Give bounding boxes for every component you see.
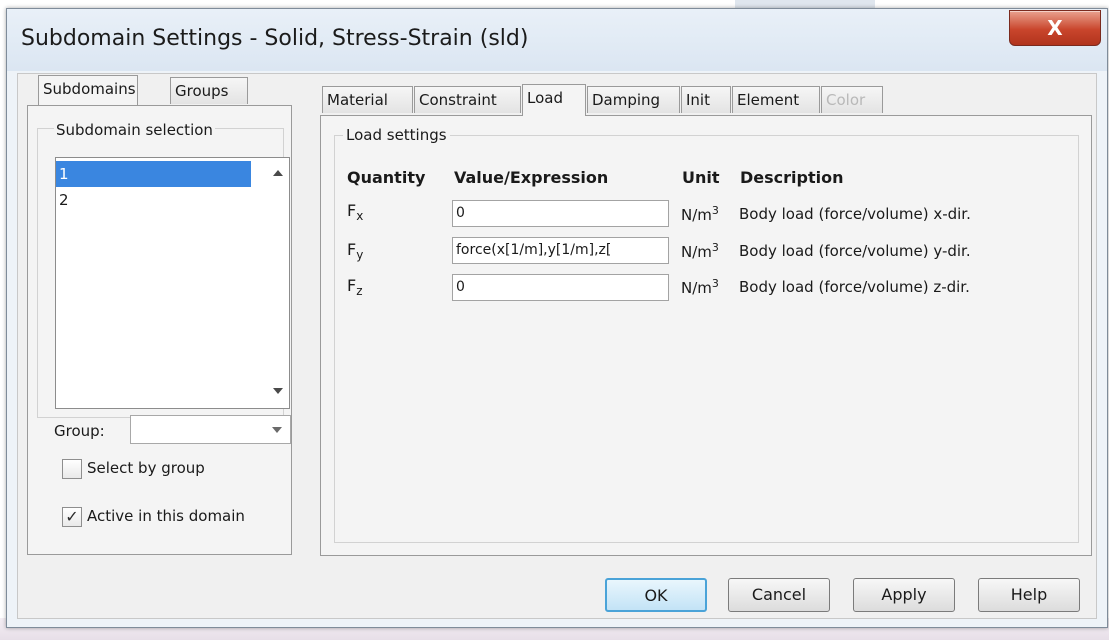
scroll-up-icon[interactable] — [273, 170, 283, 176]
fz-value-input[interactable]: 0 — [452, 274, 669, 301]
tab-damping-label: Damping — [592, 91, 661, 109]
load-settings-group — [334, 135, 1079, 543]
select-by-group-checkbox[interactable] — [62, 459, 82, 479]
tab-init[interactable]: Init — [681, 86, 731, 113]
scroll-down-icon[interactable] — [273, 388, 283, 394]
tab-element-label: Element — [737, 91, 800, 109]
quantity-fy: Fy — [347, 240, 363, 262]
header-value: Value/Expression — [454, 168, 609, 187]
quantity-subscript: x — [356, 209, 364, 224]
load-panel: Load settings Quantity Value/Expression … — [320, 115, 1092, 556]
quantity-subscript: z — [356, 284, 363, 299]
tab-constraint-label: Constraint — [419, 91, 497, 109]
close-button[interactable]: X — [1009, 10, 1101, 46]
tab-material-label: Material — [327, 91, 388, 109]
list-item-subdomain-2[interactable]: 2 — [56, 187, 251, 213]
quantity-fz: Fz — [347, 276, 363, 298]
fz-unit: N/m3 — [681, 277, 719, 297]
list-item-subdomain-1[interactable]: 1 — [56, 161, 251, 187]
header-unit: Unit — [682, 168, 720, 187]
subdomain-selection-label: Subdomain selection — [54, 121, 215, 139]
tab-load-label: Load — [527, 89, 563, 107]
tab-init-label: Init — [686, 91, 710, 109]
tab-color: Color — [821, 86, 883, 113]
cancel-button[interactable]: Cancel — [728, 578, 830, 612]
tab-damping[interactable]: Damping — [587, 86, 680, 113]
load-settings-title: Load settings — [343, 126, 450, 144]
unit-exponent: 3 — [711, 277, 719, 290]
ok-button[interactable]: OK — [605, 578, 707, 612]
quantity-symbol: F — [347, 276, 357, 295]
quantity-fx: Fx — [347, 201, 363, 223]
fz-description: Body load (force/volume) z-dir. — [739, 278, 970, 296]
tab-load[interactable]: Load — [522, 84, 586, 116]
header-description: Description — [740, 168, 844, 187]
unit-text: N/m — [681, 279, 712, 297]
close-icon: X — [1047, 16, 1063, 40]
fx-value-input[interactable]: 0 — [452, 200, 669, 227]
tab-subdomains-label: Subdomains — [43, 80, 136, 98]
title-bar[interactable]: Subdomain Settings - Solid, Stress-Strai… — [7, 9, 1107, 71]
fx-unit: N/m3 — [681, 204, 719, 224]
tab-groups[interactable]: Groups — [170, 77, 248, 104]
apply-button[interactable]: Apply — [853, 578, 955, 612]
unit-exponent: 3 — [711, 204, 719, 217]
select-by-group-label: Select by group — [87, 459, 205, 477]
group-label: Group: — [54, 422, 105, 440]
tab-material[interactable]: Material — [322, 86, 413, 113]
header-quantity: Quantity — [347, 168, 426, 187]
tab-element[interactable]: Element — [732, 86, 820, 113]
window-title: Subdomain Settings - Solid, Stress-Strai… — [21, 26, 529, 51]
list-item-label: 1 — [59, 165, 69, 183]
chevron-down-icon — [272, 427, 282, 433]
tab-constraint[interactable]: Constraint — [414, 86, 521, 113]
help-button[interactable]: Help — [978, 578, 1080, 612]
quantity-subscript: y — [356, 248, 364, 263]
fy-unit: N/m3 — [681, 241, 719, 261]
list-item-label: 2 — [59, 191, 69, 209]
quantity-symbol: F — [347, 240, 357, 259]
active-in-domain-label: Active in this domain — [87, 507, 245, 525]
subdomain-list[interactable]: 1 2 — [55, 157, 290, 409]
active-in-domain-checkbox[interactable]: ✓ — [62, 507, 82, 527]
fx-description: Body load (force/volume) x-dir. — [739, 205, 971, 223]
subdomains-panel: Subdomain selection 1 2 Group: Select by… — [27, 105, 292, 555]
tab-groups-label: Groups — [175, 82, 229, 100]
group-select[interactable] — [130, 415, 291, 444]
unit-exponent: 3 — [711, 241, 719, 254]
fy-description: Body load (force/volume) y-dir. — [739, 242, 971, 260]
unit-text: N/m — [681, 206, 712, 224]
tab-subdomains[interactable]: Subdomains — [38, 75, 138, 105]
unit-text: N/m — [681, 243, 712, 261]
fy-value-input[interactable]: force(x[1/m],y[1/m],z[ — [452, 237, 669, 264]
quantity-symbol: F — [347, 201, 357, 220]
tab-color-label: Color — [826, 91, 866, 109]
